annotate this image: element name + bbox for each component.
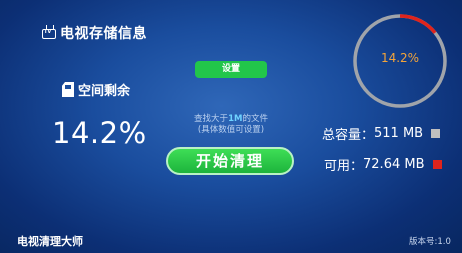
page-title: 电视存储信息 [60, 26, 147, 42]
free-label: 可用： [324, 159, 364, 174]
total-label: 总容量： [322, 128, 375, 143]
total-capacity: 总容量： 511 MB [322, 124, 441, 143]
hint-line-2: (具体数值可设置) [197, 125, 265, 135]
storage-label-text: 空间剩余 [78, 84, 131, 99]
sd-card-icon [62, 82, 74, 97]
free-value: 72.64 MB [363, 157, 425, 172]
free-legend-square [432, 160, 442, 169]
available-capacity: 可用： 72.64 MB [324, 155, 442, 174]
hint-size: 1M [228, 114, 243, 124]
gauge-percent: 14.2% [380, 51, 420, 65]
file-size-hint: 查找大于1M的文件 (具体数值可设置) [172, 114, 290, 136]
storage-remaining-label: 空间剩余 [62, 80, 130, 99]
tv-icon: TV [42, 25, 56, 39]
hint-line-1: 查找大于1M的文件 [194, 114, 268, 124]
total-legend-square [431, 129, 441, 138]
header: TV 电视存储信息 [42, 22, 147, 44]
version-label: 版本号:1.0 [409, 237, 451, 247]
remaining-percent: 14.2% [52, 116, 147, 150]
settings-button[interactable]: 设置 [195, 61, 267, 78]
total-value: 511 MB [374, 126, 424, 141]
start-cleaning-button[interactable]: 开始清理 [166, 147, 294, 175]
app-name: 电视清理大师 [17, 235, 83, 248]
